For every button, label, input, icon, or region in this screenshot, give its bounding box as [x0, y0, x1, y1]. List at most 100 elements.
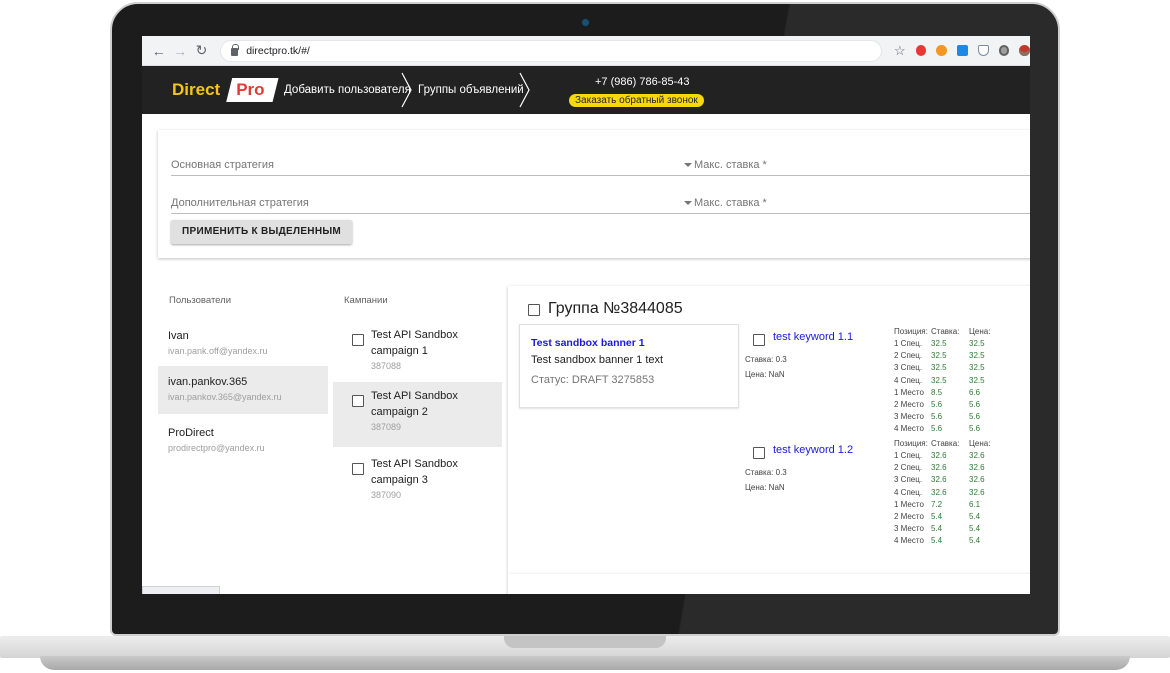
- banner-title[interactable]: Test sandbox banner 1: [531, 337, 738, 349]
- bid-value: 32.6: [931, 475, 947, 485]
- max-bid-input-2[interactable]: Макс. ставка *: [680, 192, 1030, 214]
- screen: ← → ↻ directpro.tk/#/ ☆ Direct Pro Добав…: [142, 36, 1030, 594]
- bid-price: 5.4: [969, 524, 981, 534]
- breadcrumb-chevron-icon: [401, 72, 412, 108]
- max-bid-input-1[interactable]: Макс. ставка *: [680, 154, 1030, 176]
- logo-pro: Pro: [226, 78, 278, 102]
- banner-text: Test sandbox banner 1 text: [531, 354, 664, 366]
- users-title: Пользователи: [169, 295, 232, 306]
- forward-arrow-icon[interactable]: →: [169, 40, 190, 62]
- callback-button[interactable]: Заказать обратный звонок: [569, 94, 704, 107]
- bookmark-star-icon[interactable]: ☆: [894, 43, 906, 59]
- campaign-item-selected[interactable]: Test API Sandbox campaign 2 387089: [333, 382, 502, 447]
- nav-add-user[interactable]: Добавить пользователя: [284, 84, 411, 96]
- campaign-name: Test API Sandbox campaign 2: [371, 390, 458, 418]
- back-arrow-icon[interactable]: ←: [148, 40, 169, 62]
- campaigns-title: Кампании: [344, 295, 388, 306]
- bid-row: 3 Спец. 32.5 32.5: [894, 363, 999, 375]
- group-checkbox[interactable]: [528, 304, 540, 316]
- bid-value: 8.5: [931, 387, 943, 397]
- campaign-checkbox[interactable]: [352, 334, 364, 346]
- campaign-checkbox[interactable]: [352, 395, 364, 407]
- status-bar-url: [142, 586, 220, 594]
- user-item[interactable]: ProDirect prodirectpro@yandex.ru: [158, 417, 328, 465]
- keyword-checkbox[interactable]: [753, 447, 765, 459]
- circle-extension-icon[interactable]: [998, 45, 1010, 56]
- user-item-selected[interactable]: ivan.pankov.365 ivan.pankov.365@yandex.r…: [158, 366, 328, 414]
- bid-position: 1 Место: [894, 387, 924, 397]
- webcam-icon: [582, 19, 589, 26]
- bid-row: 4 Спец. 32.6 32.6: [894, 488, 999, 500]
- user-email: ivan.pankov.365@yandex.ru: [168, 392, 282, 402]
- bid-table: Позиция: Ставка: Цена: 1 Спец. 32.6 32.6 2 Спе…: [894, 439, 999, 549]
- bid-value: 5.6: [931, 399, 943, 409]
- adblock-extension-icon[interactable]: [915, 45, 927, 56]
- bid-price: 32.6: [969, 487, 985, 497]
- strategy-card: Основная стратегия Макс. ставка * Дополн…: [158, 130, 1030, 258]
- max-bid-label: Макс. ставка *: [694, 159, 767, 171]
- bid-value: 32.6: [931, 463, 947, 473]
- bid-value: 5.6: [931, 424, 943, 434]
- bid-row: 3 Место 5.6 5.6: [894, 412, 999, 424]
- bid-price: 32.5: [969, 363, 985, 373]
- bid-row: 4 Место 5.6 5.6: [894, 424, 999, 436]
- bid-position: 4 Место: [894, 424, 924, 434]
- main-strategy-select[interactable]: Основная стратегия: [171, 154, 693, 176]
- bid-row: 2 Место 5.6 5.6: [894, 400, 999, 412]
- bid-price: 5.4: [969, 511, 981, 521]
- lock-icon: [231, 43, 240, 56]
- bid-value: 7.2: [931, 499, 943, 509]
- keyword-link[interactable]: test keyword 1.1: [773, 331, 853, 343]
- bid-position: 1 Спец.: [894, 339, 923, 348]
- keyword-bid: Ставка: 0.3: [745, 468, 787, 477]
- bid-value: 32.5: [931, 363, 947, 373]
- extension-icon[interactable]: [957, 45, 968, 56]
- campaign-id: 387089: [371, 422, 402, 432]
- url-text: directpro.tk/#/: [246, 44, 310, 57]
- campaign-name: Test API Sandbox campaign 3: [371, 458, 458, 486]
- bid-row: 1 Спец. 32.6 32.6: [894, 451, 999, 463]
- logo[interactable]: Direct Pro: [172, 78, 279, 102]
- bid-value: 5.4: [931, 536, 943, 546]
- bid-price: 6.1: [969, 499, 981, 509]
- main-strategy-label: Основная стратегия: [171, 159, 274, 171]
- laptop-notch: [504, 636, 666, 648]
- dropdown-caret-icon: [684, 163, 692, 167]
- keyword-block: test keyword 1.1 Ставка: 0.3 Цена: NaN: [744, 330, 894, 390]
- breadcrumb-chevron-icon: [519, 72, 530, 108]
- user-name: ivan.pankov.365: [168, 376, 248, 388]
- campaign-checkbox[interactable]: [352, 463, 364, 475]
- campaign-item[interactable]: Test API Sandbox campaign 3 387090: [333, 450, 502, 515]
- metamask-extension-icon[interactable]: [936, 45, 948, 56]
- bid-row: 1 Место 7.2 6.1: [894, 500, 999, 512]
- user-name: ProDirect: [168, 427, 214, 439]
- bid-price: 32.5: [969, 375, 985, 385]
- user-email: prodirectpro@yandex.ru: [168, 443, 265, 453]
- bid-header-bid: Ставка:: [931, 439, 960, 448]
- address-bar[interactable]: directpro.tk/#/: [220, 39, 882, 62]
- profile-extension-icon[interactable]: [1019, 45, 1030, 56]
- bid-position: 4 Спец.: [894, 487, 923, 497]
- bid-price: 5.6: [969, 412, 981, 422]
- campaign-item[interactable]: Test API Sandbox campaign 1 387088: [333, 321, 502, 386]
- extra-strategy-select[interactable]: Дополнительная стратегия: [171, 192, 693, 214]
- laptop-base-bottom: [40, 656, 1130, 670]
- user-item[interactable]: Ivan ivan.pank.off@yandex.ru: [158, 320, 328, 368]
- keyword-link[interactable]: test keyword 1.2: [773, 444, 853, 456]
- shield-extension-icon[interactable]: [977, 45, 989, 56]
- keyword-checkbox[interactable]: [753, 334, 765, 346]
- keyword-price: Цена: NaN: [745, 370, 785, 379]
- bid-value: 32.5: [931, 375, 947, 385]
- reload-icon[interactable]: ↻: [191, 40, 212, 62]
- apply-to-selected-button[interactable]: ПРИМЕНИТЬ К ВЫДЕЛЕННЫМ: [171, 220, 353, 244]
- user-name: Ivan: [168, 330, 189, 342]
- bid-price: 32.5: [969, 351, 985, 361]
- app-header: Direct Pro Добавить пользователя Группы …: [142, 66, 1030, 114]
- campaign-id: 387088: [371, 361, 402, 371]
- bid-header-position: Позиция:: [894, 439, 928, 448]
- bid-price: 32.5: [969, 339, 985, 348]
- bid-row: 4 Место 5.4 5.4: [894, 536, 999, 548]
- nav-ad-groups[interactable]: Группы объявлений: [418, 84, 524, 96]
- dropdown-caret-icon: [684, 201, 692, 205]
- bid-price: 5.6: [969, 424, 981, 434]
